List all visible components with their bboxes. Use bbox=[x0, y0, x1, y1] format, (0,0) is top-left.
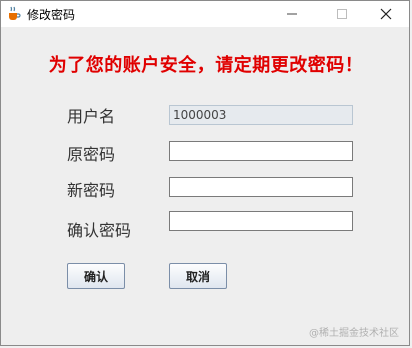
window-title: 修改密码 bbox=[27, 8, 76, 22]
old-password-label: 原密码 bbox=[67, 145, 116, 164]
maximize-icon bbox=[337, 9, 347, 19]
change-password-window: 修改密码 为了您的账户安全，请定期更改密码！ 用户名 原密码 新密码 确认密码 … bbox=[0, 0, 410, 346]
new-password-label: 新密码 bbox=[67, 181, 116, 200]
watermark: @稀土掘金技术社区 bbox=[309, 328, 399, 339]
new-password-field[interactable] bbox=[169, 177, 353, 197]
confirm-button[interactable]: 确认 bbox=[67, 263, 125, 289]
username-field[interactable] bbox=[169, 105, 353, 125]
minimize-button[interactable] bbox=[269, 1, 315, 27]
close-button[interactable] bbox=[363, 1, 409, 27]
cancel-button[interactable]: 取消 bbox=[169, 263, 227, 289]
confirm-password-field[interactable] bbox=[169, 211, 353, 231]
java-cup-icon bbox=[6, 6, 22, 22]
minimize-icon bbox=[287, 13, 297, 15]
username-label: 用户名 bbox=[67, 107, 116, 126]
maximize-button[interactable] bbox=[319, 1, 365, 27]
close-icon bbox=[380, 8, 392, 20]
security-reminder-headline: 为了您的账户安全，请定期更改密码！ bbox=[48, 55, 364, 76]
old-password-field[interactable] bbox=[169, 141, 353, 161]
confirm-password-label: 确认密码 bbox=[67, 221, 132, 240]
title-bar[interactable]: 修改密码 bbox=[1, 1, 409, 27]
